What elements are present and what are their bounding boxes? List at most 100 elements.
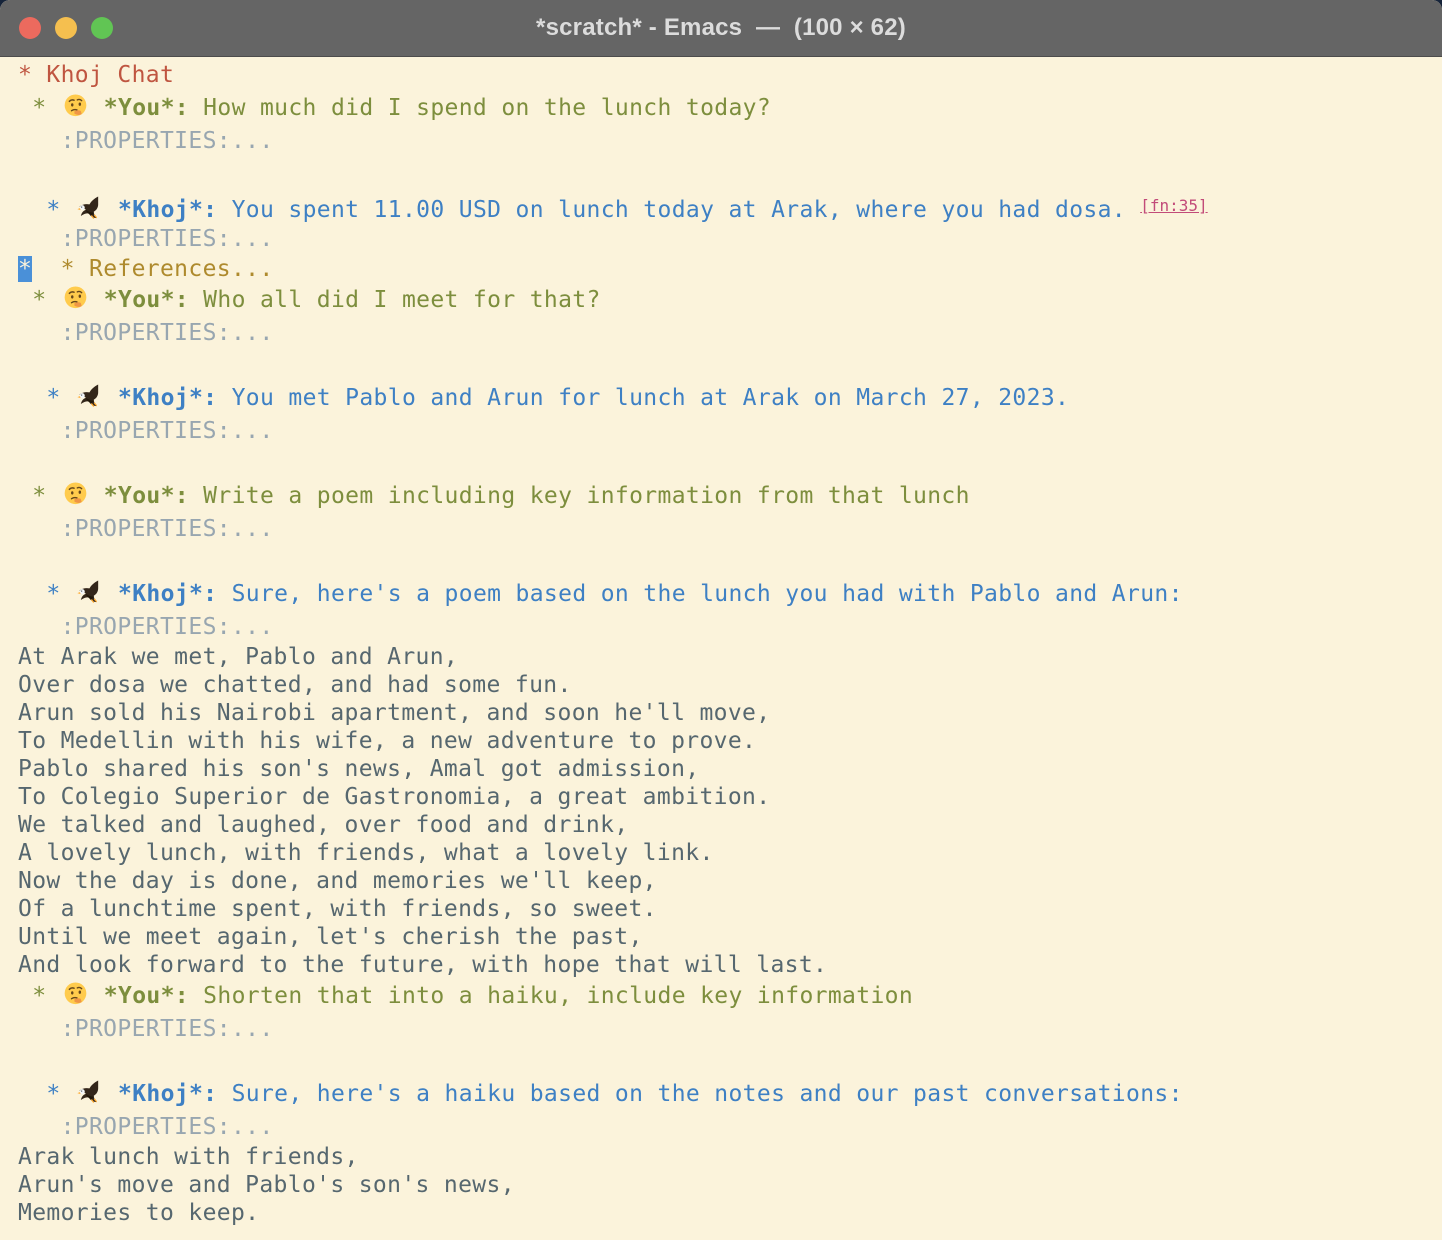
speaker-khoj: *Khoj*: (118, 197, 217, 223)
window-titlebar[interactable]: *scratch* - Emacs — (100 × 62) (0, 0, 1442, 57)
properties-folded[interactable]: :PROPERTIES:... (18, 1016, 274, 1042)
blank-line (18, 157, 1438, 189)
eagle-icon (76, 579, 103, 605)
user-message: Shorten that into a haiku, include key i… (189, 983, 913, 1009)
haiku-line: Arun's move and Pablo's son's news, (18, 1171, 1438, 1199)
thinking-face-icon (62, 981, 89, 1007)
text-segment (104, 197, 118, 223)
close-button[interactable] (19, 17, 41, 39)
references-heading[interactable]: * References... (61, 256, 274, 282)
properties-folded[interactable]: :PROPERTIES:... (18, 320, 274, 346)
user-question-2: * *You*: Who all did I meet for that? (18, 283, 1438, 317)
poem-line: To Colegio Superior de Gastronomia, a gr… (18, 783, 1438, 811)
poem-line: Arun sold his Nairobi apartment, and soo… (18, 699, 1438, 727)
references-line: * * References... (18, 255, 1438, 283)
khoj-message: You met Pablo and Arun for lunch at Arak… (217, 385, 1069, 411)
properties-drawer: :PROPERTIES:... (18, 317, 1438, 349)
text-cursor: * (18, 256, 32, 282)
speaker-khoj: *Khoj*: (118, 581, 217, 607)
org-star: * (18, 983, 61, 1009)
poem-text: Of a lunchtime spent, with friends, so s… (18, 896, 657, 922)
org-star: * (18, 483, 61, 509)
thinking-face-icon (62, 285, 89, 311)
properties-drawer: :PROPERTIES:... (18, 415, 1438, 447)
emacs-window: *scratch* - Emacs — (100 × 62) * Khoj Ch… (0, 0, 1442, 1240)
thinking-face-icon (62, 481, 89, 507)
text-segment (90, 483, 104, 509)
speaker-you: *You*: (104, 95, 189, 121)
poem-text: We talked and laughed, over food and dri… (18, 812, 628, 838)
properties-drawer: :PROPERTIES:... (18, 223, 1438, 255)
properties-folded[interactable]: :PROPERTIES:... (18, 128, 274, 154)
blank-line (18, 349, 1438, 381)
haiku-text: Arak lunch with friends, (18, 1144, 359, 1170)
speaker-you: *You*: (104, 983, 189, 1009)
org-heading-khoj-chat: * Khoj Chat (18, 59, 1438, 91)
speaker-khoj: *Khoj*: (118, 1081, 217, 1107)
poem-text: A lovely lunch, with friends, what a lov… (18, 840, 714, 866)
properties-drawer: :PROPERTIES:... (18, 513, 1438, 545)
poem-line: Now the day is done, and memories we'll … (18, 867, 1438, 895)
poem-line: Pablo shared his son's news, Amal got ad… (18, 755, 1438, 783)
properties-folded[interactable]: :PROPERTIES:... (18, 516, 274, 542)
spacer (32, 256, 60, 282)
text-segment (104, 385, 118, 411)
poem-text: To Colegio Superior de Gastronomia, a gr… (18, 784, 770, 810)
poem-text: Arun sold his Nairobi apartment, and soo… (18, 700, 770, 726)
text-segment (90, 95, 104, 121)
poem-line: To Medellin with his wife, a new adventu… (18, 727, 1438, 755)
khoj-answer-4: * *Khoj*: Sure, here's a haiku based on … (18, 1077, 1438, 1111)
poem-text: Now the day is done, and memories we'll … (18, 868, 657, 894)
thinking-face-icon (62, 93, 89, 119)
khoj-chat-title: * Khoj Chat (18, 62, 174, 88)
properties-drawer: :PROPERTIES:... (18, 1013, 1438, 1045)
properties-folded[interactable]: :PROPERTIES:... (18, 1114, 274, 1140)
properties-drawer: :PROPERTIES:... (18, 1111, 1438, 1143)
text-segment (90, 287, 104, 313)
zoom-button[interactable] (91, 17, 113, 39)
khoj-message: Sure, here's a poem based on the lunch y… (217, 581, 1182, 607)
user-message: Write a poem including key information f… (189, 483, 970, 509)
poem-text: To Medellin with his wife, a new adventu… (18, 728, 756, 754)
minimize-button[interactable] (55, 17, 77, 39)
poem-text: At Arak we met, Pablo and Arun, (18, 644, 458, 670)
haiku-line: Arak lunch with friends, (18, 1143, 1438, 1171)
speaker-khoj: *Khoj*: (118, 385, 217, 411)
properties-drawer: :PROPERTIES:... (18, 125, 1438, 157)
traffic-lights (19, 0, 113, 56)
properties-drawer: :PROPERTIES:... (18, 611, 1438, 643)
poem-text: Pablo shared his son's news, Amal got ad… (18, 756, 699, 782)
poem-line: At Arak we met, Pablo and Arun, (18, 643, 1438, 671)
org-star: * (18, 287, 61, 313)
properties-folded[interactable]: :PROPERTIES:... (18, 226, 274, 252)
poem-text: And look forward to the future, with hop… (18, 952, 827, 978)
properties-folded[interactable]: :PROPERTIES:... (18, 614, 274, 640)
eagle-icon (76, 1079, 103, 1105)
khoj-answer-1: * *Khoj*: You spent 11.00 USD on lunch t… (18, 189, 1438, 223)
footnote-link[interactable]: [fn:35] (1140, 196, 1207, 215)
emacs-buffer[interactable]: * Khoj Chat * *You*: How much did I spen… (0, 57, 1442, 1227)
eagle-icon (76, 383, 103, 409)
haiku-text: Memories to keep. (18, 1200, 259, 1226)
text-segment (104, 1081, 118, 1107)
user-message: How much did I spend on the lunch today? (189, 95, 771, 121)
khoj-answer-3: * *Khoj*: Sure, here's a poem based on t… (18, 577, 1438, 611)
text-segment (104, 581, 118, 607)
org-star: * (18, 581, 75, 607)
org-star: * (18, 95, 61, 121)
blank-line (18, 447, 1438, 479)
poem-text: Until we meet again, let's cherish the p… (18, 924, 643, 950)
poem-line: Over dosa we chatted, and had some fun. (18, 671, 1438, 699)
user-message: Who all did I meet for that? (189, 287, 601, 313)
properties-folded[interactable]: :PROPERTIES:... (18, 418, 274, 444)
khoj-answer-2: * *Khoj*: You met Pablo and Arun for lun… (18, 381, 1438, 415)
haiku-line: Memories to keep. (18, 1199, 1438, 1227)
blank-line (18, 545, 1438, 577)
user-question-4: * *You*: Shorten that into a haiku, incl… (18, 979, 1438, 1013)
user-question-1: * *You*: How much did I spend on the lun… (18, 91, 1438, 125)
window-title: *scratch* - Emacs — (100 × 62) (536, 14, 906, 42)
speaker-you: *You*: (104, 483, 189, 509)
eagle-icon (76, 195, 103, 221)
khoj-message: Sure, here's a haiku based on the notes … (217, 1081, 1182, 1107)
poem-line: Of a lunchtime spent, with friends, so s… (18, 895, 1438, 923)
